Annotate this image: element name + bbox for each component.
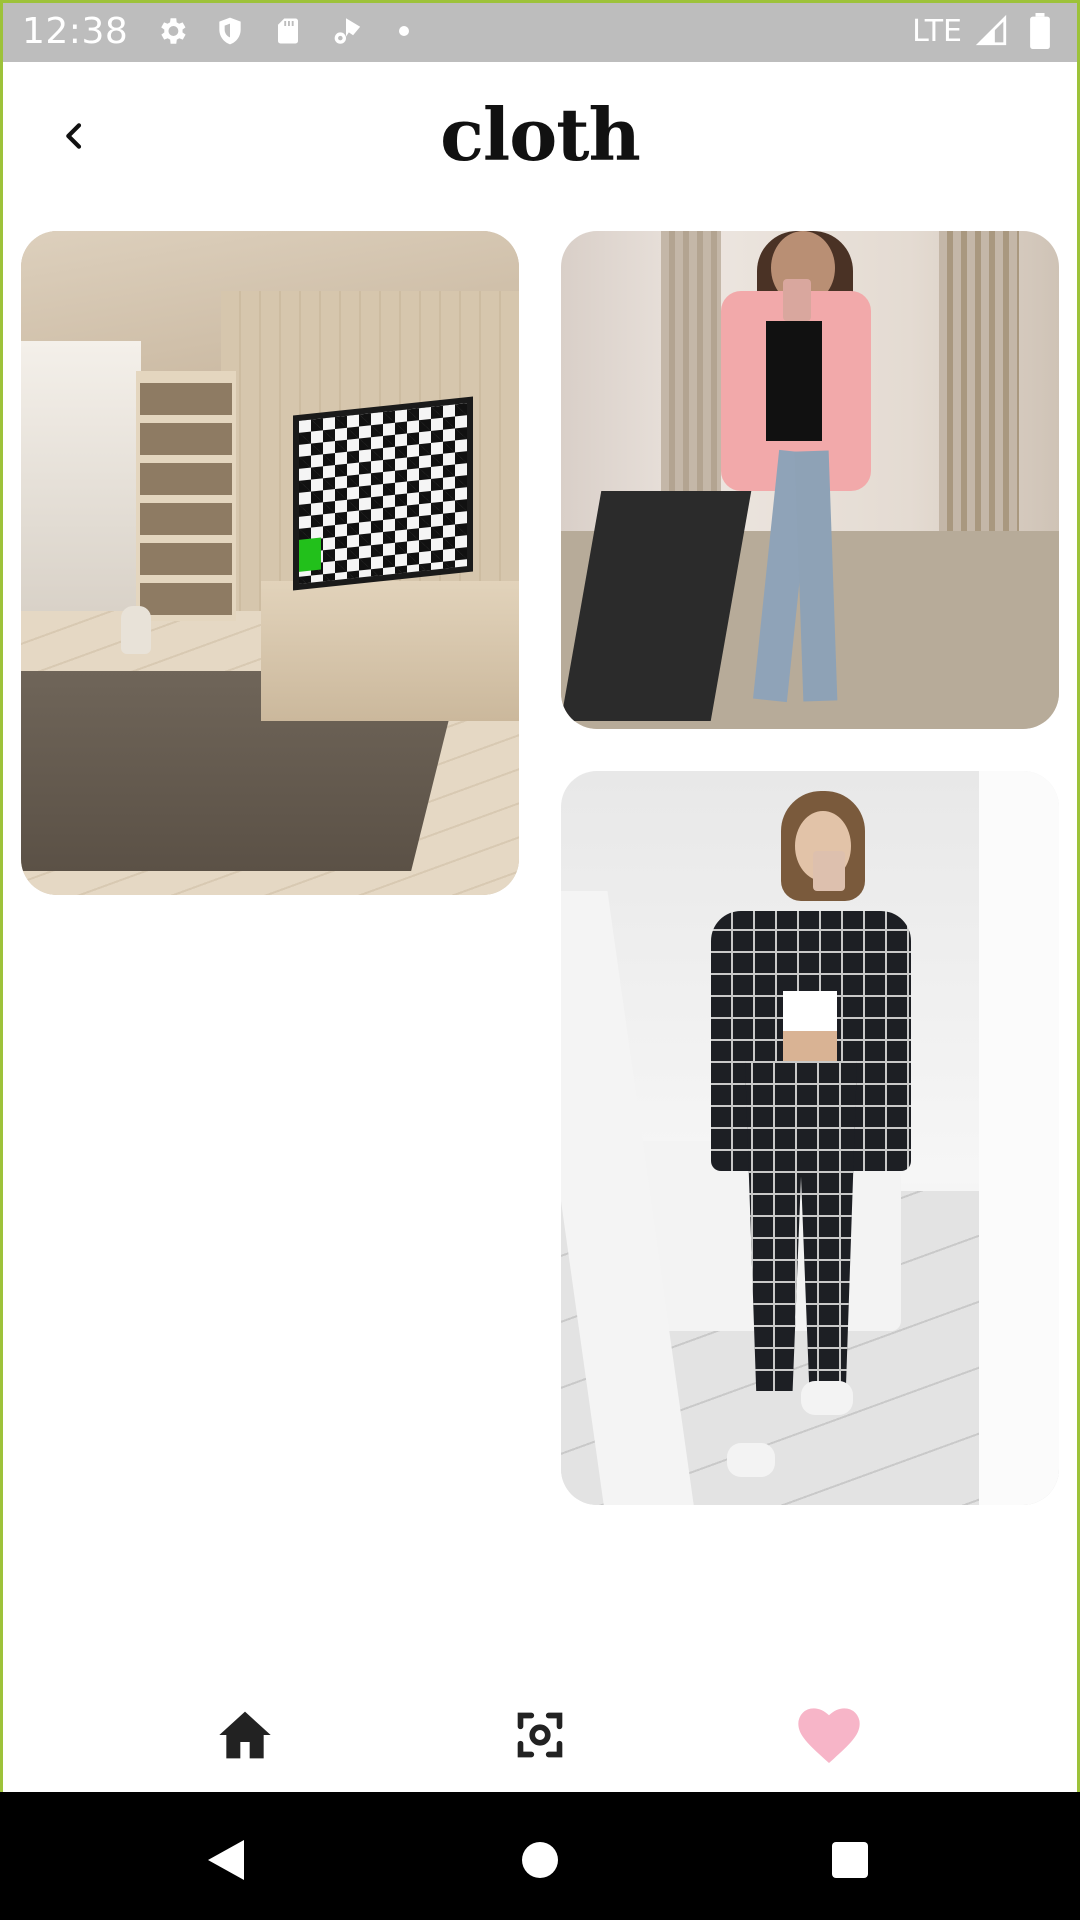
wifi-settings-icon [328, 13, 364, 49]
sd-card-icon [270, 13, 306, 49]
gallery-card-plaid-suit[interactable] [561, 771, 1059, 1505]
back-triangle-icon [208, 1840, 244, 1880]
plaid-suit-image [561, 771, 1059, 1505]
status-bar: 12:38 LTE [0, 0, 1080, 62]
status-notification-icons [154, 13, 422, 49]
settings-icon [154, 13, 190, 49]
signal-icon [974, 13, 1010, 49]
app-header: cloth [0, 62, 1080, 230]
recents-square-icon [832, 1842, 868, 1878]
system-back-button[interactable] [196, 1830, 256, 1890]
shield-icon [212, 13, 248, 49]
nav-home-button[interactable] [213, 1703, 277, 1767]
system-home-button[interactable] [510, 1830, 570, 1890]
system-navigation-bar [0, 1792, 1080, 1920]
home-circle-icon [522, 1842, 558, 1878]
gallery-card-room[interactable] [21, 231, 519, 895]
gallery-card-pink-blazer[interactable] [561, 231, 1059, 729]
heart-icon [798, 1708, 860, 1763]
room-image [21, 231, 519, 895]
home-icon [219, 1711, 271, 1759]
bottom-navigation [0, 1655, 1080, 1792]
battery-icon [1022, 13, 1058, 49]
nav-favorites-button[interactable] [797, 1703, 861, 1767]
network-type: LTE [912, 13, 962, 49]
scan-icon [517, 1712, 563, 1758]
pink-blazer-image [561, 231, 1059, 729]
status-time: 12:38 [22, 10, 129, 52]
nav-scan-button[interactable] [508, 1703, 572, 1767]
dot-icon [386, 13, 422, 49]
status-system-icons: LTE [912, 13, 1058, 49]
system-recents-button[interactable] [820, 1830, 880, 1890]
page-title: cloth [440, 92, 641, 177]
